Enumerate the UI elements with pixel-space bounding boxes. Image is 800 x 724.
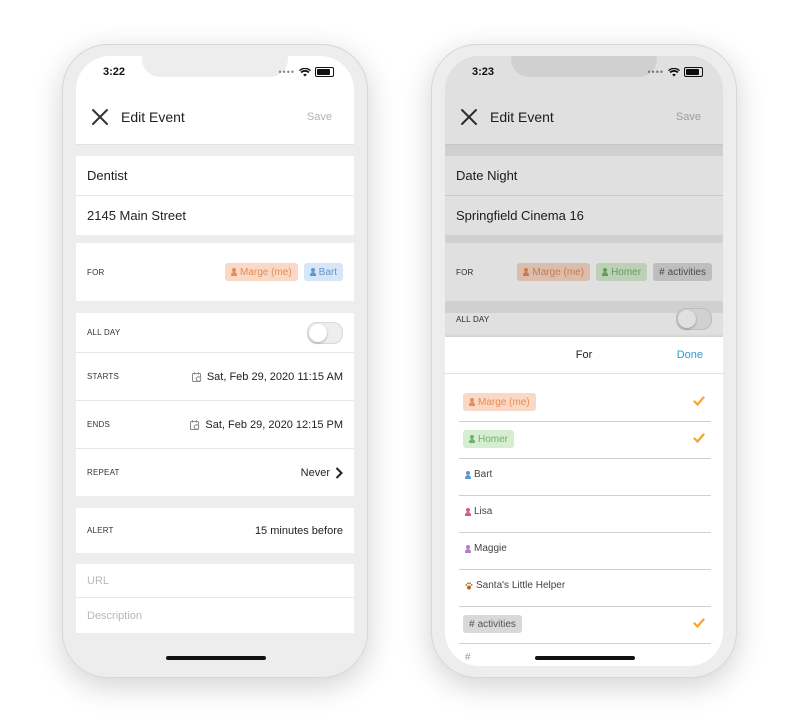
done-button[interactable]: Done bbox=[677, 349, 703, 361]
option-bart[interactable]: Bart bbox=[459, 459, 711, 496]
location-row[interactable]: 2145 Main Street bbox=[76, 196, 354, 235]
date-section: ALL DAY STARTS Sat, Feb 29, 2020 11:15 A… bbox=[76, 313, 354, 496]
person-icon bbox=[230, 268, 237, 276]
repeat-text: Never bbox=[300, 466, 330, 479]
chevron-right-icon bbox=[335, 466, 343, 479]
option-maggie[interactable]: Maggie bbox=[459, 533, 711, 570]
person-icon bbox=[465, 470, 471, 479]
ends-value[interactable]: Sat, Feb 29, 2020 12:15 PM bbox=[190, 419, 343, 431]
for-chips[interactable]: Marge (me) Bart bbox=[224, 263, 343, 281]
option-label: Marge (me) bbox=[478, 396, 530, 408]
description-row[interactable]: Description bbox=[76, 598, 354, 633]
page-title: Edit Event bbox=[121, 109, 185, 125]
option-activities[interactable]: # activities bbox=[459, 607, 711, 644]
signal-icon: •••• bbox=[278, 67, 295, 77]
close-icon[interactable] bbox=[89, 106, 111, 128]
screen-left: 3:22 •••• Edit Event Save Dentist 2145 M… bbox=[76, 56, 354, 666]
paw-icon bbox=[465, 582, 473, 589]
home-indicator[interactable] bbox=[166, 656, 266, 660]
person-icon bbox=[465, 507, 471, 516]
ends-label: ENDS bbox=[87, 420, 111, 429]
option-partial[interactable]: # bbox=[459, 644, 711, 666]
notch bbox=[142, 56, 288, 77]
option-label: Santa's Little Helper bbox=[476, 580, 566, 591]
wifi-icon bbox=[299, 67, 311, 76]
option-lisa[interactable]: Lisa bbox=[459, 496, 711, 533]
option-label: Homer bbox=[478, 433, 509, 445]
url-input[interactable]: URL bbox=[76, 575, 109, 587]
repeat-label: REPEAT bbox=[87, 468, 120, 477]
title-row[interactable]: Dentist bbox=[76, 156, 354, 196]
chip-marge[interactable]: Marge (me) bbox=[224, 263, 298, 281]
option-row: Santa's Little Helper bbox=[465, 580, 565, 591]
person-icon bbox=[469, 398, 475, 406]
alert-value[interactable]: 15 minutes before bbox=[255, 525, 343, 537]
chip-bart[interactable]: Bart bbox=[303, 263, 343, 281]
url-row[interactable]: URL bbox=[76, 564, 354, 598]
hashtag-icon: # bbox=[469, 618, 475, 630]
event-title-input[interactable]: Dentist bbox=[76, 168, 127, 183]
status-bar: 3:22 •••• bbox=[76, 56, 354, 92]
checkmark-icon bbox=[693, 396, 705, 407]
option-label: Lisa bbox=[474, 506, 493, 517]
title-location-section: Dentist 2145 Main Street bbox=[76, 156, 354, 235]
option-santas-little-helper[interactable]: Santa's Little Helper bbox=[459, 570, 711, 607]
option-row: Bart bbox=[465, 469, 492, 480]
alert-row[interactable]: ALERT 15 minutes before bbox=[76, 508, 354, 553]
sheet-header: For Done bbox=[445, 337, 723, 374]
option-chip: Marge (me) bbox=[463, 393, 536, 411]
screen-right: 3:23 •••• Edit Event Save Date Night Spr… bbox=[445, 56, 723, 666]
for-section: FOR Marge (me) Bart bbox=[76, 243, 354, 301]
status-icons: •••• bbox=[278, 67, 334, 77]
option-chip: # activities bbox=[463, 615, 522, 633]
alert-section: ALERT 15 minutes before bbox=[76, 508, 354, 553]
event-location-input[interactable]: 2145 Main Street bbox=[76, 208, 186, 223]
status-time: 3:22 bbox=[103, 66, 126, 78]
checkmark-icon bbox=[693, 618, 705, 629]
ends-datetime: Sat, Feb 29, 2020 12:15 PM bbox=[205, 418, 343, 431]
checkmark-icon bbox=[693, 433, 705, 444]
notes-section: URL Description bbox=[76, 564, 354, 633]
for-picker-sheet: For Done Marge (me) Homer Bart Lisa Magg… bbox=[445, 337, 723, 666]
allday-toggle[interactable] bbox=[307, 321, 343, 344]
hashtag-icon: # bbox=[465, 652, 471, 663]
option-chip: Homer bbox=[463, 430, 515, 448]
calendar-clock-icon bbox=[191, 371, 202, 382]
person-icon bbox=[309, 268, 316, 276]
home-indicator[interactable] bbox=[535, 656, 635, 660]
for-label: FOR bbox=[87, 267, 105, 277]
starts-value[interactable]: Sat, Feb 29, 2020 11:15 AM bbox=[191, 370, 343, 383]
chip-label: Marge (me) bbox=[239, 266, 292, 278]
option-homer[interactable]: Homer bbox=[459, 422, 711, 459]
option-label: activities bbox=[477, 618, 516, 630]
save-button[interactable]: Save bbox=[307, 111, 332, 123]
chip-label: Bart bbox=[318, 266, 337, 278]
for-row[interactable]: FOR Marge (me) Bart bbox=[76, 243, 354, 301]
calendar-clock-icon bbox=[190, 419, 200, 430]
starts-datetime: Sat, Feb 29, 2020 11:15 AM bbox=[206, 370, 343, 383]
option-row: Lisa bbox=[465, 506, 492, 517]
phone-frame-right: 3:23 •••• Edit Event Save Date Night Spr… bbox=[431, 44, 737, 678]
option-row: Maggie bbox=[465, 543, 507, 554]
option-label: Bart bbox=[474, 469, 493, 480]
description-input[interactable]: Description bbox=[76, 610, 142, 622]
starts-row[interactable]: STARTS Sat, Feb 29, 2020 11:15 AM bbox=[76, 353, 354, 401]
battery-icon bbox=[315, 67, 334, 77]
alert-label: ALERT bbox=[87, 526, 114, 535]
repeat-row[interactable]: REPEAT Never bbox=[76, 449, 354, 496]
option-label: Maggie bbox=[474, 543, 507, 554]
allday-label: ALL DAY bbox=[87, 328, 121, 337]
option-marge[interactable]: Marge (me) bbox=[459, 385, 711, 422]
person-icon bbox=[465, 544, 471, 553]
ends-row[interactable]: ENDS Sat, Feb 29, 2020 12:15 PM bbox=[76, 401, 354, 449]
modal-overlay[interactable] bbox=[445, 56, 723, 337]
repeat-value[interactable]: Never bbox=[301, 467, 343, 479]
person-icon bbox=[469, 435, 475, 443]
phone-frame-left: 3:22 •••• Edit Event Save Dentist 2145 M… bbox=[62, 44, 368, 678]
starts-label: STARTS bbox=[87, 372, 120, 381]
allday-row: ALL DAY bbox=[76, 313, 354, 353]
navigation-bar: Edit Event Save bbox=[76, 92, 354, 145]
